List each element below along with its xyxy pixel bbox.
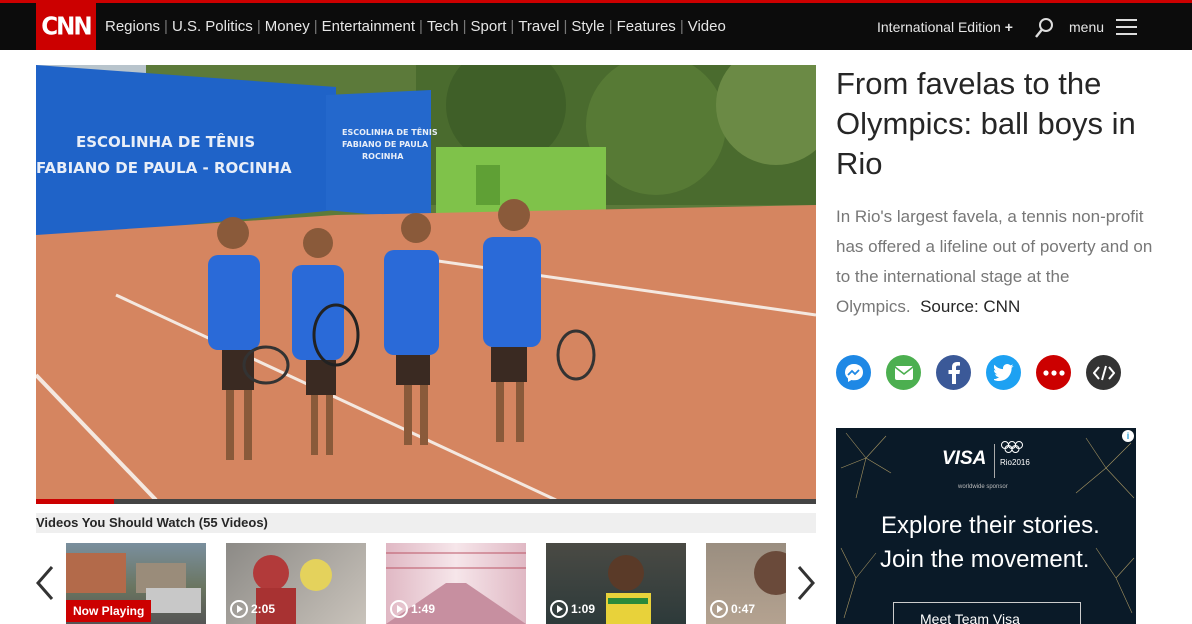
- share-bar: [836, 355, 1136, 390]
- play-icon: [390, 600, 408, 618]
- video-thumbnail[interactable]: 1:09: [546, 543, 686, 624]
- video-duration: 0:47: [710, 600, 755, 618]
- hamburger-icon[interactable]: [1116, 19, 1137, 35]
- video-thumbnail[interactable]: 1:49: [386, 543, 526, 624]
- play-icon: [710, 600, 728, 618]
- video-duration: 2:05: [230, 600, 275, 618]
- nav-item-entertainment[interactable]: Entertainment: [322, 18, 415, 35]
- section-nav: Regions | U.S. Politics | Money | Entertain…: [105, 18, 726, 35]
- embed-icon[interactable]: [1086, 355, 1121, 390]
- facebook-icon[interactable]: [936, 355, 971, 390]
- video-duration: 1:09: [550, 600, 595, 618]
- more-icon[interactable]: [1036, 355, 1071, 390]
- ad-headline-1: Explore their stories.: [881, 512, 1100, 539]
- page-title: From favelas to the Olympics: ball boys …: [836, 66, 1136, 181]
- edition-selector[interactable]: International Edition +: [877, 3, 1013, 50]
- sponsor-tagline: worldwide sponsor: [958, 484, 1008, 490]
- video-player[interactable]: ESCOLINHA DE TÊNIS FABIANO DE PAULA - RO…: [36, 65, 816, 500]
- visa-advertisement[interactable]: i VISA Rio2016 worldwide sponsor Explore…: [836, 428, 1136, 624]
- menu-label[interactable]: menu: [1069, 3, 1104, 50]
- cnn-logo[interactable]: CNN: [36, 3, 96, 50]
- video-thumbnail[interactable]: 2:05: [226, 543, 366, 624]
- top-nav-bar: CNN Regions | U.S. Politics | Money | Enter…: [0, 0, 1192, 50]
- messenger-icon[interactable]: [836, 355, 871, 390]
- meet-team-visa-button[interactable]: Meet Team Visa: [893, 602, 1081, 624]
- search-icon[interactable]: [1034, 17, 1054, 39]
- plus-icon: +: [1004, 18, 1013, 35]
- banner-text: ROCINHA: [362, 152, 404, 161]
- now-playing-badge: Now Playing: [66, 600, 152, 622]
- ad-info-icon[interactable]: i: [1122, 430, 1134, 442]
- video-duration: 1:49: [390, 600, 435, 618]
- banner-text: FABIANO DE PAULA: [342, 140, 429, 149]
- visa-logo: VISA: [942, 448, 987, 469]
- olympic-rings-icon: [1001, 441, 1023, 453]
- edition-label: International Edition: [877, 18, 1001, 35]
- nav-item-style[interactable]: Style: [571, 18, 604, 35]
- video-progress-bar[interactable]: [36, 499, 816, 504]
- video-frame: ESCOLINHA DE TÊNIS FABIANO DE PAULA - RO…: [36, 65, 816, 500]
- chevron-right-icon[interactable]: [795, 565, 817, 601]
- banner-text: ESCOLINHA DE TÊNIS: [342, 126, 438, 137]
- nav-item-travel[interactable]: Travel: [518, 18, 559, 35]
- play-icon: [230, 600, 248, 618]
- video-thumbnail[interactable]: Now Playing: [66, 543, 206, 624]
- banner-text: FABIANO DE PAULA - ROCINHA: [36, 159, 292, 177]
- progress-fill: [36, 499, 114, 504]
- video-thumbnail[interactable]: 0:47: [706, 543, 786, 624]
- nav-item-video[interactable]: Video: [688, 18, 726, 35]
- nav-item-us-politics[interactable]: U.S. Politics: [172, 18, 253, 35]
- logo-divider: [994, 444, 995, 478]
- ad-headline-2: Join the movement.: [880, 546, 1090, 573]
- email-icon[interactable]: [886, 355, 921, 390]
- playlist-title: Videos You Should Watch (55 Videos): [36, 513, 816, 533]
- nav-item-money[interactable]: Money: [265, 18, 310, 35]
- twitter-icon[interactable]: [986, 355, 1021, 390]
- chevron-left-icon[interactable]: [34, 565, 56, 601]
- nav-item-features[interactable]: Features: [617, 18, 676, 35]
- nav-item-regions[interactable]: Regions: [105, 18, 160, 35]
- play-icon: [550, 600, 568, 618]
- article-description: In Rio's largest favela, a tennis non-pr…: [836, 202, 1156, 322]
- rio2016-logo: Rio2016: [1000, 458, 1030, 467]
- nav-item-sport[interactable]: Sport: [471, 18, 507, 35]
- source-credit: Source: CNN: [920, 297, 1021, 316]
- nav-item-tech[interactable]: Tech: [427, 18, 459, 35]
- banner-text: ESCOLINHA DE TÊNIS: [76, 132, 255, 151]
